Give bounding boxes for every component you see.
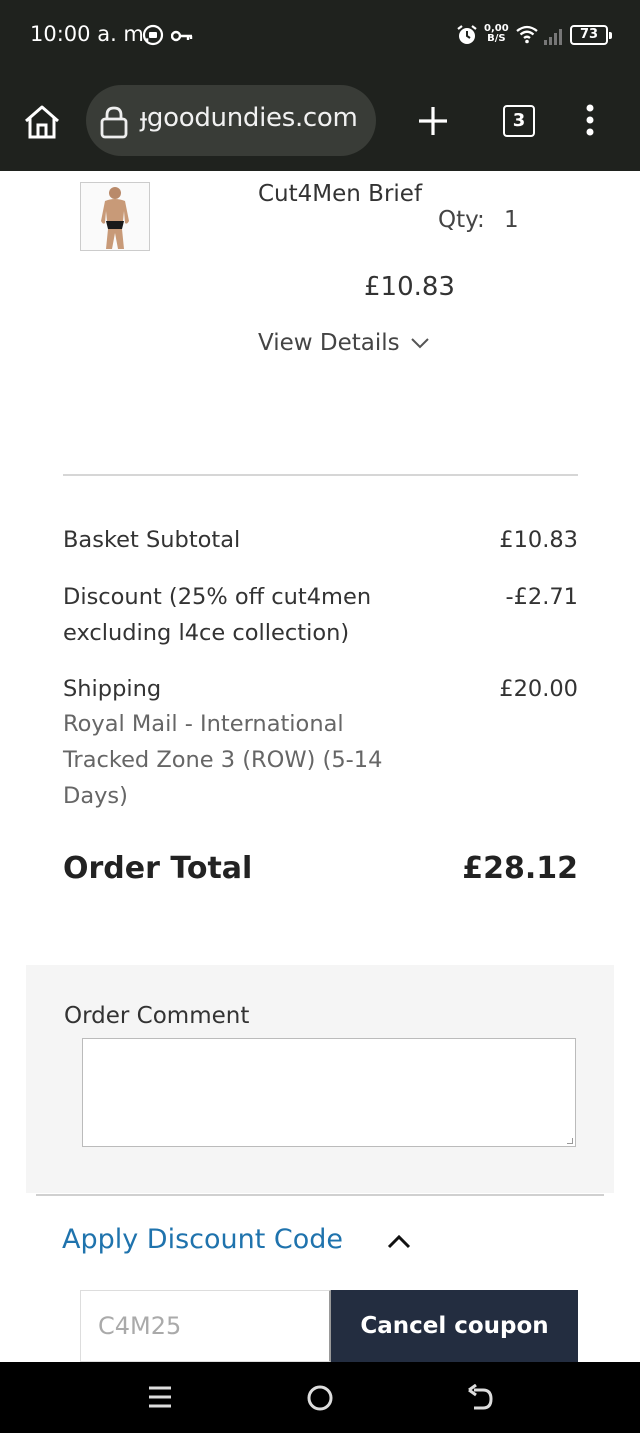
apply-discount-code-toggle[interactable]: Apply Discount Code xyxy=(62,1224,343,1255)
shipping-value: £20.00 xyxy=(499,676,578,702)
circle-home-icon xyxy=(307,1385,333,1411)
view-details-toggle[interactable]: View Details xyxy=(258,330,430,356)
address-bar[interactable]: ɟgoodundies.com xyxy=(86,85,376,156)
home-button[interactable] xyxy=(22,104,62,140)
home-icon xyxy=(25,105,59,139)
new-tab-button[interactable] xyxy=(417,105,449,141)
discount-code-input[interactable]: C4M25 xyxy=(80,1290,331,1362)
network-speed: 0,00 B/S xyxy=(484,24,509,44)
subtotal-label: Basket Subtotal xyxy=(63,527,241,553)
recent-apps-button[interactable] xyxy=(147,1384,173,1414)
browser-menu-button[interactable] xyxy=(578,103,602,141)
product-price: £10.83 xyxy=(364,272,455,302)
discount-value: -£2.71 xyxy=(505,584,578,610)
quantity-value: 1 xyxy=(504,207,519,233)
status-time: 10:00 a. m. xyxy=(30,22,151,46)
wifi-icon xyxy=(515,24,539,48)
vpn-key-icon xyxy=(170,28,193,47)
order-comment-label: Order Comment xyxy=(64,1003,250,1029)
system-nav-bar xyxy=(0,1362,640,1433)
more-vertical-icon xyxy=(586,104,594,136)
cancel-coupon-button[interactable]: Cancel coupon xyxy=(331,1290,578,1362)
status-bar: 10:00 a. m. 0,00 B/S 73 xyxy=(0,0,640,72)
summary-divider xyxy=(63,474,578,476)
shipping-label: Shipping xyxy=(63,676,162,702)
lock-icon xyxy=(98,105,130,143)
network-speed-unit: B/S xyxy=(487,33,506,44)
screen-record-icon xyxy=(142,24,164,50)
product-name[interactable]: Cut4Men Brief xyxy=(258,181,422,207)
alarm-icon xyxy=(456,24,478,50)
tab-switcher-button[interactable]: 3 xyxy=(503,105,535,137)
browser-toolbar: ɟgoodundies.com 3 xyxy=(0,72,640,171)
product-thumbnail[interactable] xyxy=(80,182,150,251)
browser-chrome: 10:00 a. m. 0,00 B/S 73 ɟgoodundies.com … xyxy=(0,0,640,171)
shipping-method: Royal Mail - International Tracked Zone … xyxy=(63,711,383,809)
subtotal-value: £10.83 xyxy=(499,527,578,553)
back-nav-button[interactable] xyxy=(466,1383,494,1416)
discount-label: Discount (25% off cut4men excluding l4ce… xyxy=(63,584,372,646)
quantity-label: Qty: xyxy=(438,207,485,233)
order-total-label: Order Total xyxy=(63,851,253,886)
chevron-down-icon xyxy=(410,338,429,349)
order-comment-textarea[interactable] xyxy=(82,1038,576,1147)
signal-icon xyxy=(543,26,567,50)
order-total-value: £28.12 xyxy=(462,851,578,886)
home-nav-button[interactable] xyxy=(306,1384,334,1416)
order-comment-panel: Order Comment xyxy=(26,965,614,1193)
battery-indicator: 73 xyxy=(570,25,612,45)
url-text: ɟgoodundies.com xyxy=(140,103,358,133)
menu-lines-icon xyxy=(149,1386,171,1408)
view-details-label: View Details xyxy=(258,330,400,356)
plus-icon xyxy=(419,107,447,135)
chevron-up-icon[interactable] xyxy=(386,1234,412,1254)
back-arrow-icon xyxy=(468,1383,493,1410)
discount-divider xyxy=(36,1194,604,1196)
